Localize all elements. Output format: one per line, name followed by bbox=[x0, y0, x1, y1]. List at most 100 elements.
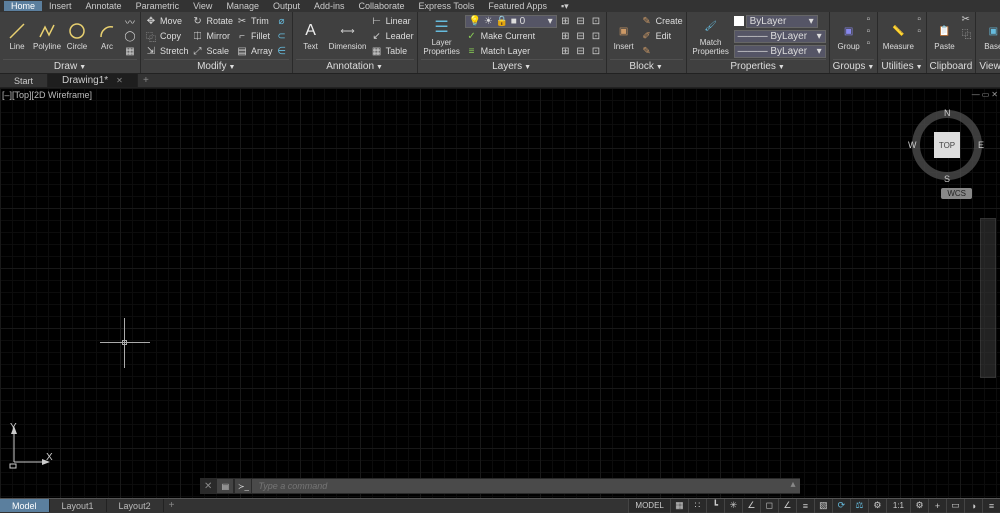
linetype-selector[interactable]: ——— ByLayer▾ bbox=[734, 44, 826, 58]
command-input[interactable] bbox=[252, 479, 786, 493]
minimize-viewport-icon[interactable]: — bbox=[972, 90, 980, 99]
text-button[interactable]: AText bbox=[296, 14, 326, 58]
leader-button[interactable]: ↙Leader bbox=[370, 29, 414, 43]
table-button[interactable]: ▦Table bbox=[370, 44, 414, 58]
scale-button[interactable]: ⤢Scale bbox=[191, 44, 234, 58]
arc-button[interactable]: Arc bbox=[93, 14, 121, 58]
restore-viewport-icon[interactable]: ▭ bbox=[982, 90, 990, 99]
menu-tab-home[interactable]: Home bbox=[4, 1, 42, 11]
measure-button[interactable]: 📏Measure bbox=[881, 14, 915, 58]
status-gear-icon[interactable]: ⚙ bbox=[910, 499, 928, 513]
stretch-button[interactable]: ⇲Stretch bbox=[144, 44, 189, 58]
trim-button[interactable]: ✂Trim bbox=[235, 14, 273, 28]
layer-selector[interactable]: 💡 ☀ 🔒 ■ 0▾ bbox=[465, 14, 557, 28]
menu-tab-output[interactable]: Output bbox=[266, 1, 307, 11]
layer-properties-button[interactable]: ☰Layer Properties bbox=[421, 14, 463, 58]
layer-tool-9-icon[interactable]: ⊡ bbox=[589, 44, 602, 58]
layer-tool-3-icon[interactable]: ⊡ bbox=[589, 14, 602, 28]
drawing-tab[interactable]: Drawing1*✕ bbox=[48, 74, 138, 87]
rotate-button[interactable]: ↻Rotate bbox=[191, 14, 234, 28]
menu-tab-addins[interactable]: Add-ins bbox=[307, 1, 352, 11]
line-button[interactable]: Line bbox=[3, 14, 31, 58]
layout1-tab[interactable]: Layout1 bbox=[50, 499, 107, 512]
menu-tab-insert[interactable]: Insert bbox=[42, 1, 79, 11]
layer-tool-1-icon[interactable]: ⊞ bbox=[559, 14, 572, 28]
group-button[interactable]: ▣Group bbox=[833, 14, 865, 58]
dimension-button[interactable]: ⟷Dimension bbox=[328, 14, 368, 58]
view-cube-face[interactable]: TOP bbox=[934, 132, 960, 158]
menu-tab-annotate[interactable]: Annotate bbox=[79, 1, 129, 11]
offset-button[interactable]: ⊂ bbox=[275, 29, 289, 43]
cmd-history-icon[interactable]: ▴ bbox=[786, 479, 800, 493]
status-snap-icon[interactable]: ∷ bbox=[688, 499, 706, 513]
match-layer-button[interactable]: ≡Match Layer bbox=[465, 44, 557, 58]
explode-button[interactable]: ⌀ bbox=[275, 14, 289, 28]
status-plus-icon[interactable]: + bbox=[928, 499, 946, 513]
status-iso-icon[interactable]: ∠ bbox=[742, 499, 760, 513]
polyline-button[interactable]: Polyline bbox=[33, 14, 61, 58]
status-customize-icon[interactable]: ≡ bbox=[982, 499, 1000, 513]
mirror-button[interactable]: ⎅Mirror bbox=[191, 29, 234, 43]
cmd-customize-icon[interactable]: ▤ bbox=[217, 479, 233, 493]
close-tab-icon[interactable]: ✕ bbox=[116, 76, 123, 85]
status-polar-icon[interactable]: ✳ bbox=[724, 499, 742, 513]
layer-tool-4-icon[interactable]: ⊞ bbox=[559, 29, 572, 43]
hatch-button[interactable]: ▦ bbox=[123, 44, 137, 58]
panel-groups-label[interactable]: Groups▼ bbox=[833, 59, 875, 73]
status-scale[interactable]: 1:1 bbox=[886, 499, 910, 513]
util-2-icon[interactable]: ▫ bbox=[917, 26, 921, 37]
panel-modify-label[interactable]: Modify▼ bbox=[144, 59, 289, 73]
panel-annotation-label[interactable]: Annotation▼ bbox=[296, 59, 414, 73]
view-cube-s[interactable]: S bbox=[944, 174, 950, 184]
layer-tool-2-icon[interactable]: ⊟ bbox=[574, 14, 587, 28]
new-tab-button[interactable]: + bbox=[138, 74, 154, 87]
start-tab[interactable]: Start bbox=[0, 74, 48, 87]
lineweight-selector[interactable]: ——— ByLayer▾ bbox=[734, 29, 826, 43]
panel-draw-label[interactable]: Draw▼ bbox=[3, 59, 137, 73]
ellipse-button[interactable]: ◯ bbox=[123, 29, 137, 43]
view-cube-n[interactable]: N bbox=[944, 108, 951, 118]
make-current-button[interactable]: ✓Make Current bbox=[465, 29, 557, 43]
menu-tab-express[interactable]: Express Tools bbox=[412, 1, 482, 11]
layer-tool-8-icon[interactable]: ⊟ bbox=[574, 44, 587, 58]
status-transp-icon[interactable]: ▧ bbox=[814, 499, 832, 513]
util-1-icon[interactable]: ▫ bbox=[917, 14, 921, 25]
viewport-label[interactable]: [–][Top][2D Wireframe] bbox=[2, 90, 92, 100]
move-button[interactable]: ✥Move bbox=[144, 14, 189, 28]
fillet-button[interactable]: ⌐Fillet bbox=[235, 29, 273, 43]
color-selector[interactable]: ByLayer▾ bbox=[734, 14, 826, 28]
copy-button[interactable]: ⿻Copy bbox=[144, 29, 189, 43]
paste-button[interactable]: 📋Paste bbox=[930, 14, 960, 58]
erase-button[interactable]: ∈ bbox=[275, 44, 289, 58]
status-monitor-icon[interactable]: ▭ bbox=[946, 499, 964, 513]
status-lweight-icon[interactable]: ≡ bbox=[796, 499, 814, 513]
group-1-icon[interactable]: ▫ bbox=[867, 14, 871, 25]
status-grid-icon[interactable]: ▦ bbox=[670, 499, 688, 513]
layer-tool-7-icon[interactable]: ⊞ bbox=[559, 44, 572, 58]
panel-layers-label[interactable]: Layers▼ bbox=[421, 59, 603, 73]
menu-tab-featured[interactable]: Featured Apps bbox=[481, 1, 554, 11]
wcs-badge[interactable]: WCS bbox=[941, 188, 972, 199]
group-2-icon[interactable]: ▫ bbox=[867, 26, 871, 37]
layer-tool-6-icon[interactable]: ⊡ bbox=[589, 29, 602, 43]
menu-tab-view[interactable]: View bbox=[186, 1, 219, 11]
edit-button[interactable]: ✐Edit bbox=[640, 29, 683, 43]
status-ortho-icon[interactable]: ┗ bbox=[706, 499, 724, 513]
menu-tab-collaborate[interactable]: Collaborate bbox=[352, 1, 412, 11]
view-cube-e[interactable]: E bbox=[978, 140, 984, 150]
insert-button[interactable]: ▣Insert bbox=[610, 14, 638, 58]
block-extra-button[interactable]: ✎ bbox=[640, 44, 683, 58]
navigation-bar[interactable] bbox=[980, 218, 996, 378]
menu-tab-parametric[interactable]: Parametric bbox=[129, 1, 187, 11]
new-layout-button[interactable]: + bbox=[164, 499, 180, 512]
menu-tab-manage[interactable]: Manage bbox=[219, 1, 266, 11]
status-osnap-icon[interactable]: ◻ bbox=[760, 499, 778, 513]
panel-block-label[interactable]: Block▼ bbox=[610, 59, 683, 73]
status-hardware-icon[interactable]: ◑ bbox=[964, 499, 982, 513]
create-button[interactable]: ✎Create bbox=[640, 14, 683, 28]
status-cycle-icon[interactable]: ⟳ bbox=[832, 499, 850, 513]
menu-tab-extra[interactable]: ▪▾ bbox=[554, 1, 576, 12]
status-annoscale-icon[interactable]: ⚖ bbox=[850, 499, 868, 513]
linear-button[interactable]: ⊢Linear bbox=[370, 14, 414, 28]
status-annovis-icon[interactable]: ⚙ bbox=[868, 499, 886, 513]
